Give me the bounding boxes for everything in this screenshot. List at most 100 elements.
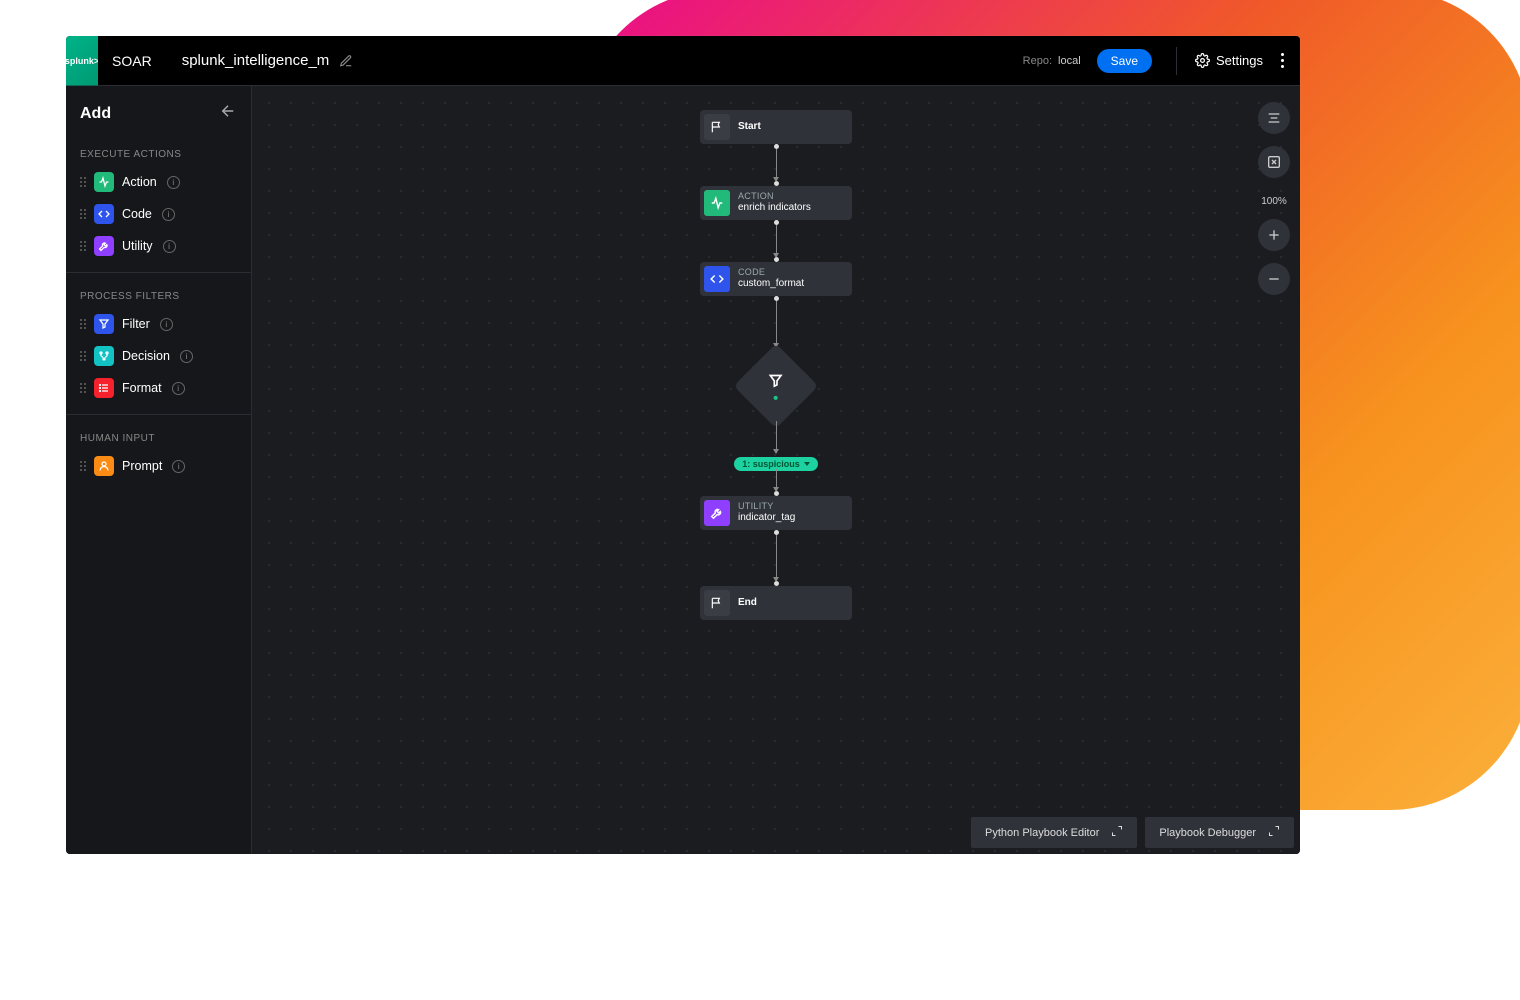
- info-icon[interactable]: i: [162, 208, 175, 221]
- node-name: enrich indicators: [738, 202, 811, 215]
- info-icon[interactable]: i: [160, 318, 173, 331]
- gear-icon: [1195, 53, 1210, 68]
- pulse-icon: [94, 172, 114, 192]
- settings-button[interactable]: Settings: [1195, 53, 1263, 68]
- palette-item-prompt[interactable]: Prompt i: [66, 450, 251, 482]
- expand-icon: [1268, 825, 1280, 840]
- flag-icon: [704, 114, 730, 140]
- sidebar: Add EXECUTE ACTIONS Action i Code: [66, 86, 252, 854]
- code-icon: [94, 204, 114, 224]
- tab-debugger[interactable]: Playbook Debugger: [1145, 817, 1294, 848]
- node-action[interactable]: ACTION enrich indicators: [700, 186, 852, 220]
- list-icon: [94, 378, 114, 398]
- code-icon: [704, 266, 730, 292]
- flag-icon: [704, 590, 730, 616]
- palette-item-action[interactable]: Action i: [66, 166, 251, 198]
- drag-handle-icon: [80, 351, 86, 361]
- node-label: End: [738, 597, 757, 610]
- section-label-filters: PROCESS FILTERS: [66, 283, 251, 308]
- pulse-icon: [704, 190, 730, 216]
- canvas[interactable]: Start ACTION enrich indicators: [252, 86, 1300, 854]
- repo-value[interactable]: local: [1058, 55, 1081, 67]
- drag-handle-icon: [80, 461, 86, 471]
- zoom-in-button[interactable]: [1258, 219, 1290, 251]
- brand-logo[interactable]: splunk>: [66, 36, 98, 86]
- palette-item-label: Utility: [122, 239, 153, 253]
- tab-label: Playbook Debugger: [1159, 827, 1256, 839]
- node-start[interactable]: Start: [700, 110, 852, 144]
- edit-name-icon[interactable]: [339, 54, 353, 68]
- fit-view-button[interactable]: [1258, 146, 1290, 178]
- palette-item-label: Filter: [122, 317, 150, 331]
- info-icon[interactable]: i: [163, 240, 176, 253]
- tab-label: Python Playbook Editor: [985, 827, 1099, 839]
- node-utility[interactable]: UTILITY indicator_tag: [700, 496, 852, 530]
- node-end[interactable]: End: [700, 586, 852, 620]
- palette-item-utility[interactable]: Utility i: [66, 230, 251, 262]
- user-icon: [94, 456, 114, 476]
- save-button[interactable]: Save: [1097, 49, 1152, 73]
- info-icon[interactable]: i: [180, 350, 193, 363]
- palette-item-label: Prompt: [122, 459, 162, 473]
- wrench-icon: [704, 500, 730, 526]
- app-window: splunk> SOAR splunk_intelligence_m Repo:…: [66, 36, 1300, 854]
- node-type: UTILITY: [738, 501, 795, 512]
- workspace: Add EXECUTE ACTIONS Action i Code: [66, 86, 1300, 854]
- palette-item-filter[interactable]: Filter i: [66, 308, 251, 340]
- status-dot: [774, 396, 778, 400]
- condition-label: 1: suspicious: [742, 459, 800, 469]
- zoom-level: 100%: [1261, 196, 1287, 207]
- edge: [776, 469, 777, 491]
- bottom-panel-tabs: Python Playbook Editor Playbook Debugger: [965, 811, 1300, 854]
- expand-icon: [1111, 825, 1123, 840]
- funnel-icon: [768, 373, 784, 389]
- divider: [1176, 47, 1177, 75]
- edge: [776, 421, 777, 453]
- wrench-icon: [94, 236, 114, 256]
- palette-item-format[interactable]: Format i: [66, 372, 251, 404]
- funnel-icon: [94, 314, 114, 334]
- divider: [66, 414, 251, 415]
- drag-handle-icon: [80, 383, 86, 393]
- node-name: custom_format: [738, 278, 804, 291]
- palette-item-label: Action: [122, 175, 157, 189]
- settings-label: Settings: [1216, 53, 1263, 68]
- node-filter[interactable]: [734, 344, 819, 429]
- palette-item-label: Decision: [122, 349, 170, 363]
- brand-logo-text: splunk>: [66, 56, 99, 66]
- canvas-controls: 100%: [1258, 102, 1290, 295]
- divider: [66, 272, 251, 273]
- node-type: ACTION: [738, 191, 811, 202]
- auto-layout-button[interactable]: [1258, 102, 1290, 134]
- zoom-out-button[interactable]: [1258, 263, 1290, 295]
- node-label: Start: [738, 121, 761, 134]
- repo-label: Repo:: [1023, 55, 1052, 67]
- edge: [776, 301, 777, 347]
- drag-handle-icon: [80, 209, 86, 219]
- info-icon[interactable]: i: [172, 460, 185, 473]
- node-code[interactable]: CODE custom_format: [700, 262, 852, 296]
- sidebar-title: Add: [80, 105, 111, 123]
- section-label-human: HUMAN INPUT: [66, 425, 251, 450]
- tab-python-editor[interactable]: Python Playbook Editor: [971, 817, 1137, 848]
- collapse-sidebar-icon[interactable]: [219, 102, 237, 125]
- top-bar: splunk> SOAR splunk_intelligence_m Repo:…: [66, 36, 1300, 86]
- palette-item-decision[interactable]: Decision i: [66, 340, 251, 372]
- branch-icon: [94, 346, 114, 366]
- edge: [776, 225, 777, 257]
- palette-item-label: Code: [122, 207, 152, 221]
- drag-handle-icon: [80, 241, 86, 251]
- info-icon[interactable]: i: [172, 382, 185, 395]
- playbook-filename[interactable]: splunk_intelligence_m: [182, 52, 330, 69]
- product-name: SOAR: [112, 53, 152, 69]
- edge: [776, 535, 777, 581]
- drag-handle-icon: [80, 319, 86, 329]
- drag-handle-icon: [80, 177, 86, 187]
- playbook-flow: Start ACTION enrich indicators: [700, 110, 852, 620]
- node-type: CODE: [738, 267, 804, 278]
- node-name: indicator_tag: [738, 512, 795, 525]
- section-label-execute: EXECUTE ACTIONS: [66, 141, 251, 166]
- info-icon[interactable]: i: [167, 176, 180, 189]
- palette-item-code[interactable]: Code i: [66, 198, 251, 230]
- more-menu-button[interactable]: [1275, 47, 1290, 74]
